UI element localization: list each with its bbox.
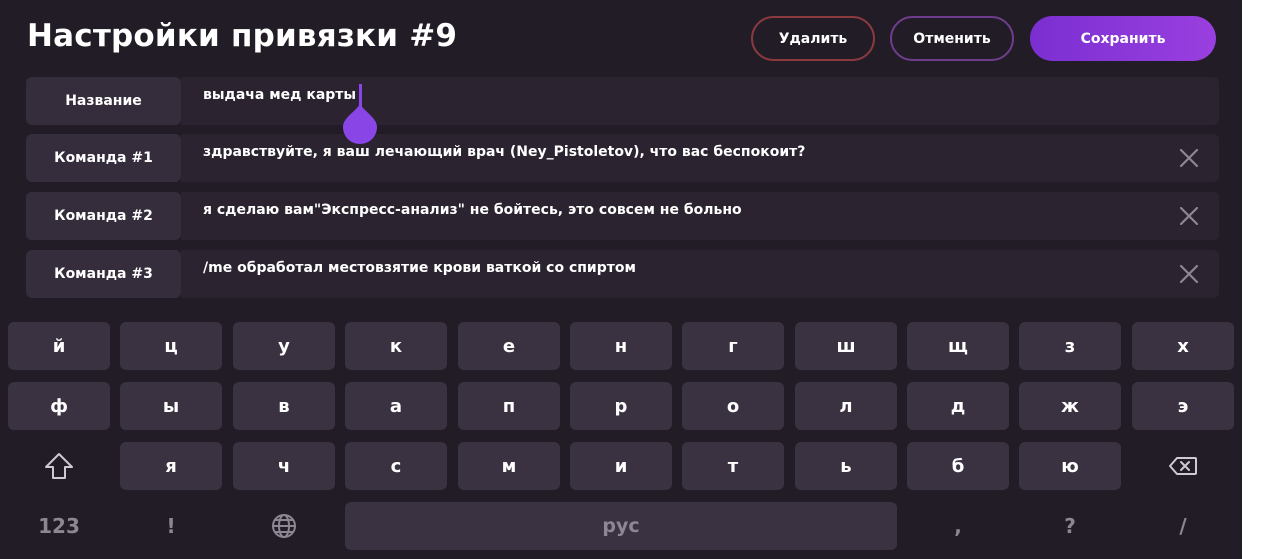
command-2-label: Команда #2 (26, 192, 181, 240)
key-row1[interactable]: щ (907, 322, 1009, 370)
name-row: Название выдача мед карты (26, 77, 1219, 125)
text-cursor-handle-icon[interactable] (343, 104, 377, 144)
slash-key[interactable]: / (1132, 502, 1234, 550)
delete-button[interactable]: Удалить (751, 16, 875, 61)
key-row2[interactable]: ы (120, 382, 222, 430)
command-1-label: Команда #1 (26, 134, 181, 182)
question-key[interactable]: ? (1019, 502, 1121, 550)
save-button[interactable]: Сохранить (1030, 16, 1216, 61)
key-row2[interactable]: п (458, 382, 560, 430)
key-row1[interactable]: е (458, 322, 560, 370)
command-3-value: /me обработал местовзятие крови ваткой с… (203, 260, 636, 276)
key-row1[interactable]: у (233, 322, 335, 370)
key-row3[interactable]: и (570, 442, 672, 490)
exclamation-key[interactable]: ! (120, 502, 222, 550)
backspace-icon (1169, 457, 1197, 475)
backspace-key[interactable] (1132, 442, 1234, 490)
key-row1[interactable]: г (682, 322, 784, 370)
command-2-row: Команда #2 я сделаю вам"Экспресс-анализ"… (26, 192, 1219, 240)
command-1-field[interactable]: здравствуйте, я ваш лечающий врач (Ney_P… (181, 134, 1219, 182)
numbers-key[interactable]: 123 (8, 502, 110, 550)
key-row3[interactable]: ю (1019, 442, 1121, 490)
name-field[interactable]: выдача мед карты (181, 77, 1219, 125)
key-row1[interactable]: з (1019, 322, 1121, 370)
key-row3[interactable]: ь (795, 442, 897, 490)
comma-key[interactable]: , (907, 502, 1009, 550)
globe-icon (272, 514, 296, 538)
shift-icon (45, 453, 73, 479)
screen-edge (1242, 0, 1280, 559)
command-3-label: Команда #3 (26, 250, 181, 298)
command-1-row: Команда #1 здравствуйте, я ваш лечающий … (26, 134, 1219, 182)
language-key[interactable] (233, 502, 335, 550)
key-row2[interactable]: а (345, 382, 447, 430)
key-row3[interactable]: с (345, 442, 447, 490)
command-2-value: я сделаю вам"Экспресс-анализ" не бойтесь… (203, 202, 742, 218)
bind-settings-screen: Настройки привязки #9 Удалить Отменить С… (0, 0, 1242, 559)
key-row1[interactable]: ц (120, 322, 222, 370)
key-row3[interactable]: м (458, 442, 560, 490)
command-3-field[interactable]: /me обработал местовзятие крови ваткой с… (181, 250, 1219, 298)
close-icon[interactable] (1177, 262, 1201, 286)
key-row1[interactable]: й (8, 322, 110, 370)
command-1-value: здравствуйте, я ваш лечающий врач (Ney_P… (203, 144, 806, 160)
key-row2[interactable]: ф (8, 382, 110, 430)
key-row2[interactable]: л (795, 382, 897, 430)
key-row2[interactable]: в (233, 382, 335, 430)
space-key[interactable]: рус (345, 502, 897, 550)
key-row2[interactable]: ж (1019, 382, 1121, 430)
key-row3[interactable]: я (120, 442, 222, 490)
key-row3[interactable]: б (907, 442, 1009, 490)
command-2-field[interactable]: я сделаю вам"Экспресс-анализ" не бойтесь… (181, 192, 1219, 240)
key-row1[interactable]: н (570, 322, 672, 370)
close-icon[interactable] (1177, 146, 1201, 170)
cancel-button[interactable]: Отменить (890, 16, 1014, 61)
key-row3[interactable]: ч (233, 442, 335, 490)
key-row3[interactable]: т (682, 442, 784, 490)
key-row1[interactable]: к (345, 322, 447, 370)
key-row2[interactable]: э (1132, 382, 1234, 430)
key-row1[interactable]: ш (795, 322, 897, 370)
key-row2[interactable]: д (907, 382, 1009, 430)
name-value: выдача мед карты (203, 87, 357, 103)
command-3-row: Команда #3 /me обработал местовзятие кро… (26, 250, 1219, 298)
on-screen-keyboard: й ц у к е н г ш щ з х ф ы в а п р о л д … (0, 312, 1242, 559)
key-row1[interactable]: х (1132, 322, 1234, 370)
name-label: Название (26, 77, 181, 125)
key-row2[interactable]: р (570, 382, 672, 430)
shift-key[interactable] (8, 442, 110, 490)
close-icon[interactable] (1177, 204, 1201, 228)
page-title: Настройки привязки #9 (27, 18, 458, 54)
key-row2[interactable]: о (682, 382, 784, 430)
